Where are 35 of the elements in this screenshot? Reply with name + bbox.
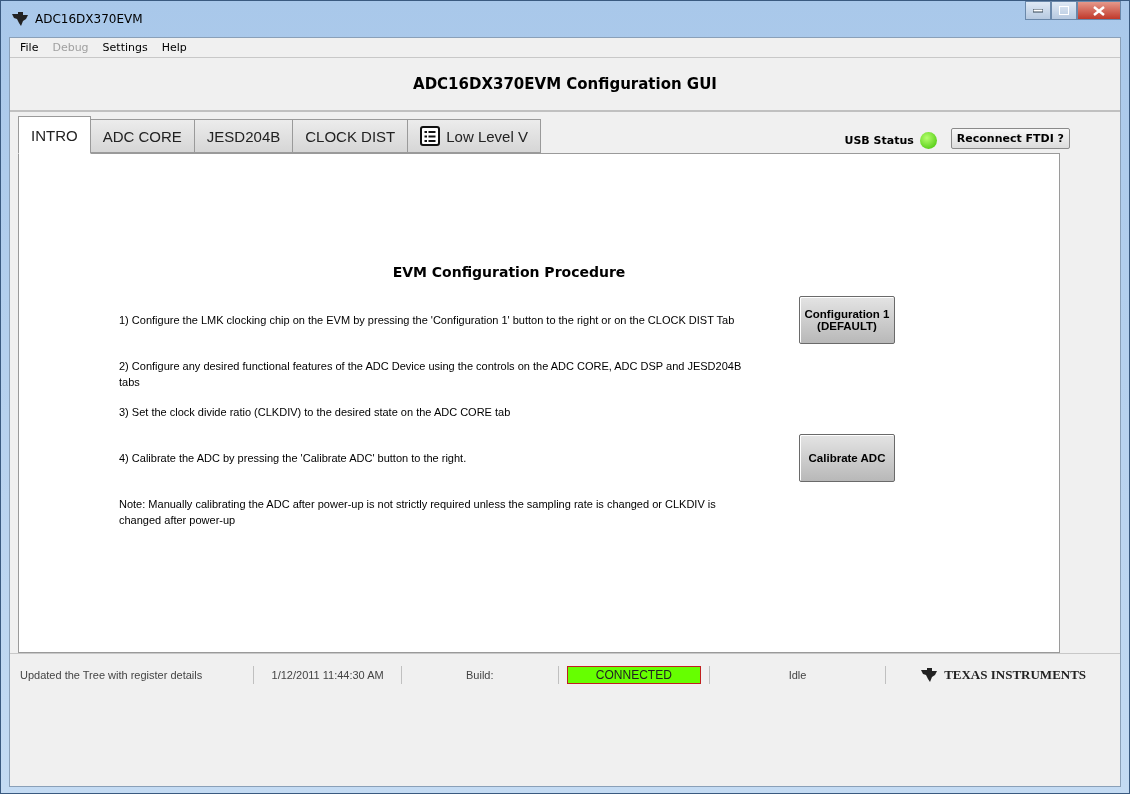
- close-icon: [1093, 5, 1105, 16]
- status-text: Updated the Tree with register details: [20, 669, 203, 681]
- instruction-text: 1) Configure the LMK clocking chip on the EVM by pressing the 'Configuration 1' button to the right or on the CLOCK DIST Tab: [119, 313, 736, 328]
- app-title: ADC16DX370EVM Configuration GUI: [10, 58, 1120, 112]
- status-text: Build:: [466, 669, 494, 681]
- connection-indicator: CONNECTED: [566, 666, 701, 684]
- menu-item[interactable]: File: [20, 41, 39, 54]
- action-button[interactable]: Calibrate ADC: [799, 434, 895, 482]
- tab[interactable]: INTRO: [18, 116, 91, 154]
- close-button[interactable]: [1077, 1, 1121, 20]
- instruction-text: 4) Calibrate the ADC by pressing the 'Calibrate ADC' button to the right.: [119, 451, 468, 466]
- instruction-text: 3) Set the clock divide ratio (CLKDIV) to the desired state on the ADC CORE tab: [119, 405, 512, 420]
- maximize-button[interactable]: [1051, 1, 1077, 20]
- status-text: 1/12/2011 11:44:30 AM: [271, 669, 384, 681]
- maximize-icon: [1059, 6, 1069, 15]
- texas-logo-icon: [920, 667, 939, 683]
- action-button[interactable]: Configuration 1 (DEFAULT): [799, 296, 895, 344]
- reconnect-button[interactable]: Reconnect FTDI ?: [950, 128, 1070, 149]
- tab[interactable]: ADC CORE: [89, 119, 195, 153]
- menu-item[interactable]: Settings: [102, 41, 148, 54]
- instruction-text: Note: Manually calibrating the ADC after power-up is not strictly required unless the sampling rate is changed or CLKDIV is changed after power-up: [119, 497, 717, 528]
- company-logo-text: TEXAS INSTRUMENTS: [944, 667, 1087, 683]
- minimize-button[interactable]: [1025, 1, 1051, 20]
- instruction-text: 2) Configure any desired functional features of the ADC Device using the controls on the ADC CORE, ADC DSP and JESD204B tabs: [119, 359, 743, 390]
- tab[interactable]: CLOCK DIST: [292, 119, 409, 153]
- minimize-icon: [1033, 8, 1043, 13]
- usb-status-label: USB Status: [844, 134, 914, 147]
- window-title: ADC16DX370EVM: [35, 12, 143, 26]
- tab[interactable]: Low Level V: [407, 119, 541, 153]
- list-icon: [420, 126, 441, 146]
- procedure-title: EVM Configuration Procedure: [392, 264, 626, 280]
- menu-item[interactable]: Help: [161, 41, 187, 54]
- logo-icon: [11, 11, 29, 27]
- status-text: Idle: [788, 669, 807, 681]
- tab[interactable]: JESD204B: [193, 119, 294, 153]
